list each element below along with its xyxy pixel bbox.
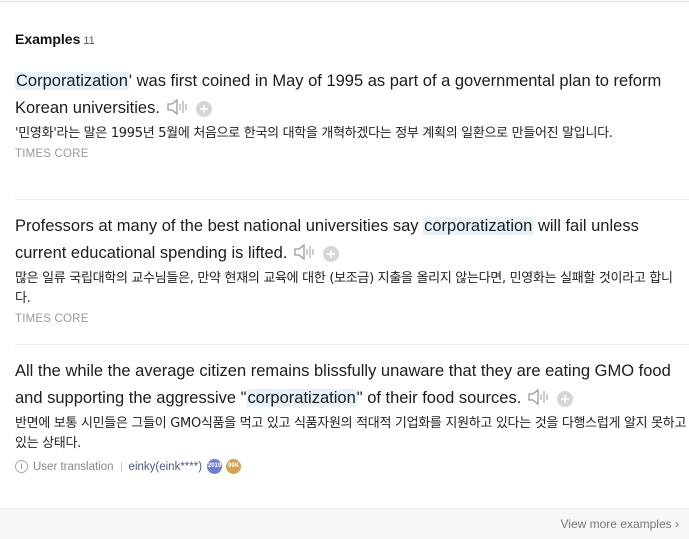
info-icon[interactable]: i xyxy=(15,460,28,473)
examples-header: Examples 11 xyxy=(15,31,95,49)
example-english: Corporatization' was first coined in May… xyxy=(15,68,683,122)
speaker-icon[interactable] xyxy=(527,388,551,406)
separator xyxy=(120,461,122,472)
speaker-icon[interactable] xyxy=(293,243,317,261)
example-divider xyxy=(15,344,689,345)
example-korean: 반면에 보통 시민들은 그들이 GMO식품을 먹고 있고 식품자원의 적대적 기… xyxy=(15,416,687,451)
view-more-label: View more examples xyxy=(560,517,672,531)
example-english-text: Professors at many of the best national … xyxy=(15,217,424,235)
add-icon[interactable] xyxy=(557,389,574,407)
user-translation: i User translation einky(eink****) 2019 … xyxy=(15,459,689,474)
user-translation-label: User translation xyxy=(33,460,114,473)
example-english: Professors at many of the best national … xyxy=(15,213,683,267)
example-item: Corporatization' was first coined in May… xyxy=(15,68,689,160)
user-name-link[interactable]: einky(eink****) xyxy=(129,461,203,473)
add-icon[interactable] xyxy=(195,99,212,117)
speaker-icon[interactable] xyxy=(166,98,190,116)
example-korean: '민영화'라는 말은 1995년 5월에 처음으로 한국의 대학을 개혁하겠다는… xyxy=(15,126,613,141)
user-badge-year: 2019 xyxy=(207,459,223,474)
view-more-examples-link[interactable]: View more examples › xyxy=(560,517,679,531)
example-item: All the while the average citizen remain… xyxy=(15,358,689,474)
example-english: All the while the average citizen remain… xyxy=(15,358,683,412)
example-source: TIMES CORE xyxy=(15,148,89,160)
chevron-right-icon: › xyxy=(675,517,679,531)
highlighted-term[interactable]: corporatization xyxy=(423,217,534,235)
examples-count: 11 xyxy=(83,35,95,47)
example-korean: 많은 일류 국립대학의 교수님들은, 만약 현재의 교육에 대한 (보조금) 지… xyxy=(15,271,673,306)
highlighted-term[interactable]: corporatization xyxy=(246,389,357,407)
highlighted-term[interactable]: Corporatization xyxy=(15,72,129,90)
footer-bar: View more examples › xyxy=(0,508,689,539)
example-source: TIMES CORE xyxy=(15,313,89,325)
add-icon[interactable] xyxy=(323,244,340,262)
top-divider xyxy=(0,1,689,2)
example-item: Professors at many of the best national … xyxy=(15,213,689,325)
example-divider xyxy=(15,199,689,200)
example-english-text: " of their food sources. xyxy=(356,389,522,407)
user-badge-count: 99K xyxy=(226,459,242,474)
examples-title: Examples xyxy=(15,31,81,47)
